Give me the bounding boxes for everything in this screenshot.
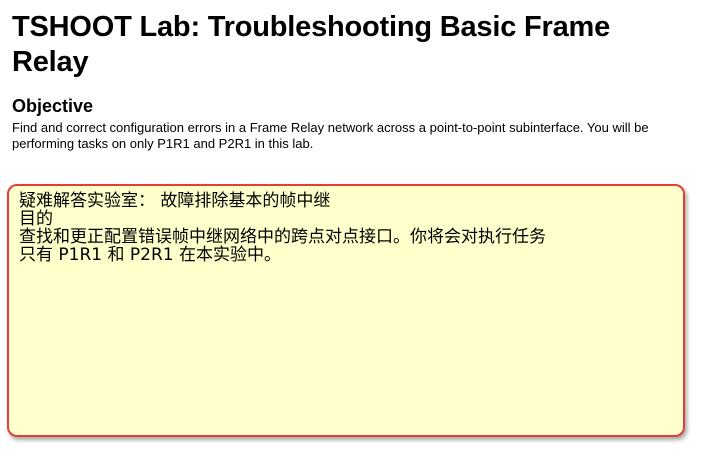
lab-page: TSHOOT Lab: Troubleshooting Basic Frame … [12,0,692,152]
objective-text: Find and correct configuration errors in… [12,120,649,151]
translation-line-heading: 目的 [19,209,53,229]
translation-popup: 疑难解答实验室： 故障排除基本的帧中继 目的 查找和更正配置错误帧中继网络中的跨… [7,184,685,437]
translation-line-title: 疑难解答实验室： 故障排除基本的帧中继 [19,191,331,211]
translation-line-body-1: 查找和更正配置错误帧中继网络中的跨点对点接口。你将会对执行任务 [19,227,546,247]
page-title: TSHOOT Lab: Troubleshooting Basic Frame … [12,11,611,78]
objective-heading: Objective [12,96,94,116]
translation-line-body-2: 只有 P1R1 和 P2R1 在本实验中。 [19,245,282,265]
